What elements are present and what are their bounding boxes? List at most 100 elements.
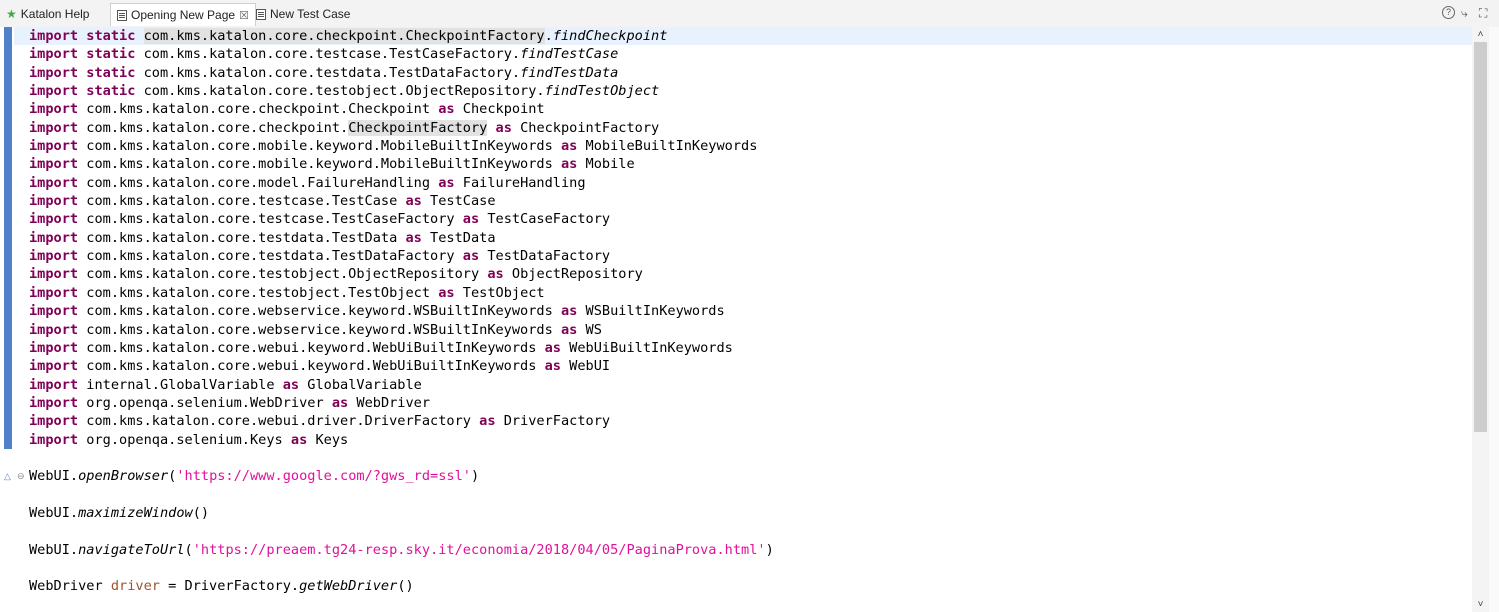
code-token: CheckpointFactory [348, 119, 488, 136]
code-token: import [29, 413, 79, 430]
code-editor[interactable]: ⊖ △ ⊖ import static com.kms.katalon.core… [0, 27, 1499, 612]
code-token: WebDriver [29, 578, 111, 595]
code-line[interactable]: import org.openqa.selenium.Keys as Keys [29, 431, 774, 449]
scroll-up-icon[interactable]: ˄ [1472, 27, 1489, 42]
code-token: com.kms.katalon.core.checkpoint. [78, 119, 349, 136]
code-line[interactable]: import com.kms.katalon.core.testdata.Tes… [29, 229, 774, 247]
code-token: as [560, 138, 578, 155]
minimize-icon[interactable]: ⤷ [1461, 6, 1468, 21]
code-line[interactable]: import internal.GlobalVariable as Global… [29, 376, 774, 394]
close-icon[interactable]: ☒ [239, 9, 249, 22]
code-token: as [487, 266, 504, 283]
code-token: static [86, 64, 136, 81]
code-token: . [544, 28, 553, 44]
code-line[interactable]: import com.kms.katalon.core.webui.keywor… [29, 339, 774, 357]
code-line[interactable]: WebUI.maximizeWindow() [29, 504, 774, 522]
code-token: com.kms.katalon.core.mobile.keyword.Mobi… [78, 138, 561, 155]
code-token: internal.GlobalVariable [78, 376, 283, 393]
vertical-scrollbar[interactable]: ˄ ˅ [1472, 27, 1489, 612]
code-token: static [86, 83, 136, 100]
code-line[interactable]: import static com.kms.katalon.core.testc… [29, 45, 774, 63]
code-token: as [282, 376, 300, 393]
code-token: import [29, 101, 79, 118]
code-token: com.kms.katalon.core.testcase.TestCase [78, 193, 406, 210]
code-line[interactable]: import static com.kms.katalon.core.check… [29, 27, 774, 45]
code-token: com.kms.katalon.core.webservice.keyword.… [78, 303, 561, 320]
code-line[interactable]: import com.kms.katalon.core.webservice.k… [29, 321, 774, 339]
code-token: openBrowser [78, 468, 169, 485]
code-token: as [462, 248, 480, 265]
code-token: import [29, 339, 79, 356]
code-line[interactable]: WebUI.navigateToUrl('https://preaem.tg24… [29, 541, 774, 559]
code-line[interactable]: import com.kms.katalon.core.checkpoint.C… [29, 100, 774, 118]
scrollbar-thumb[interactable] [1474, 42, 1487, 432]
help-icon[interactable]: ? [1442, 6, 1455, 19]
tab-katalon-help[interactable]: ★ Katalon Help [6, 5, 89, 23]
code-token: findTestObject [544, 83, 660, 100]
code-line[interactable]: import org.openqa.selenium.WebDriver as … [29, 394, 774, 412]
code-token: Checkpoint [454, 101, 545, 118]
code-token: com.kms.katalon.core.webui.driver.Driver… [78, 413, 480, 430]
warning-icon: △ [4, 471, 11, 481]
maximize-icon[interactable]: ⛶ [1479, 6, 1487, 21]
code-token: import [29, 83, 79, 100]
tab-opening-new-page[interactable]: Opening New Page ☒ [110, 3, 256, 26]
code-token: import [29, 358, 79, 375]
code-line[interactable] [29, 486, 774, 504]
code-token: com.kms.katalon.core.testobject.TestObje… [78, 284, 439, 301]
code-line[interactable]: import com.kms.katalon.core.testobject.O… [29, 265, 774, 283]
code-line[interactable]: import com.kms.katalon.core.webservice.k… [29, 302, 774, 320]
code-line[interactable]: import com.kms.katalon.core.webui.driver… [29, 412, 774, 430]
code-line[interactable]: import com.kms.katalon.core.testdata.Tes… [29, 247, 774, 265]
code-line[interactable]: import com.kms.katalon.core.testobject.T… [29, 284, 774, 302]
code-line[interactable]: WebUI.openBrowser('https://www.google.co… [29, 467, 774, 485]
tab-new-test-case[interactable]: New Test Case [256, 5, 350, 23]
code-token: ) [765, 541, 774, 558]
code-text[interactable]: import static com.kms.katalon.core.check… [29, 27, 774, 596]
code-line[interactable] [29, 522, 774, 540]
code-token: com.kms.katalon.core.mobile.keyword.Mobi… [78, 156, 561, 173]
code-line[interactable]: import static com.kms.katalon.core.testd… [29, 64, 774, 82]
editor-tab-bar: ★ Katalon Help Opening New Page ☒ New Te… [0, 0, 1499, 28]
code-token: WS [577, 321, 602, 338]
code-line[interactable]: import com.kms.katalon.core.mobile.keywo… [29, 155, 774, 173]
code-token: com.kms.katalon.core.testcase.TestCaseFa… [78, 211, 463, 228]
code-token: import [29, 46, 79, 63]
code-line[interactable] [29, 449, 774, 467]
code-token: import [29, 174, 79, 191]
code-line[interactable]: WebDriver driver = DriverFactory.getWebD… [29, 577, 774, 595]
code-token: WebUI. [29, 541, 79, 558]
code-token: import [29, 284, 79, 301]
code-token: WebUI [560, 358, 611, 375]
code-token: ( [184, 541, 193, 558]
star-icon: ★ [6, 7, 17, 21]
code-token: com.kms.katalon.core.checkpoint.Checkpoi… [78, 101, 439, 118]
code-token: maximizeWindow [78, 504, 193, 521]
code-line[interactable] [29, 559, 774, 577]
fold-icon[interactable]: ⊖ [17, 471, 25, 482]
code-token: as [331, 394, 349, 411]
code-token: TestData [421, 229, 496, 246]
code-line[interactable]: import com.kms.katalon.core.checkpoint.C… [29, 119, 774, 137]
code-token: com.kms.katalon.core.webui.keyword.WebUi… [78, 339, 545, 356]
code-token: import [29, 394, 79, 411]
code-token: com.kms.katalon.core.model.FailureHandli… [78, 174, 439, 191]
code-token: import [29, 64, 79, 81]
code-token: as [544, 358, 561, 375]
code-line[interactable]: import static com.kms.katalon.core.testo… [29, 82, 774, 100]
code-token: import [29, 193, 79, 210]
code-token: import [29, 211, 79, 228]
code-token: org.openqa.selenium.Keys [78, 431, 291, 448]
code-line[interactable]: import com.kms.katalon.core.webui.keywor… [29, 357, 774, 375]
code-token: import [29, 156, 79, 173]
code-line[interactable]: import com.kms.katalon.core.testcase.Tes… [29, 210, 774, 228]
code-line[interactable]: import com.kms.katalon.core.mobile.keywo… [29, 137, 774, 155]
code-line[interactable]: import com.kms.katalon.core.testcase.Tes… [29, 192, 774, 210]
code-line[interactable]: import com.kms.katalon.core.model.Failur… [29, 174, 774, 192]
scroll-down-icon[interactable]: ˅ [1472, 597, 1489, 612]
code-token: import [29, 119, 79, 136]
code-token: () [397, 578, 414, 595]
tab-label: New Test Case [270, 7, 351, 21]
code-token: import [29, 229, 79, 246]
